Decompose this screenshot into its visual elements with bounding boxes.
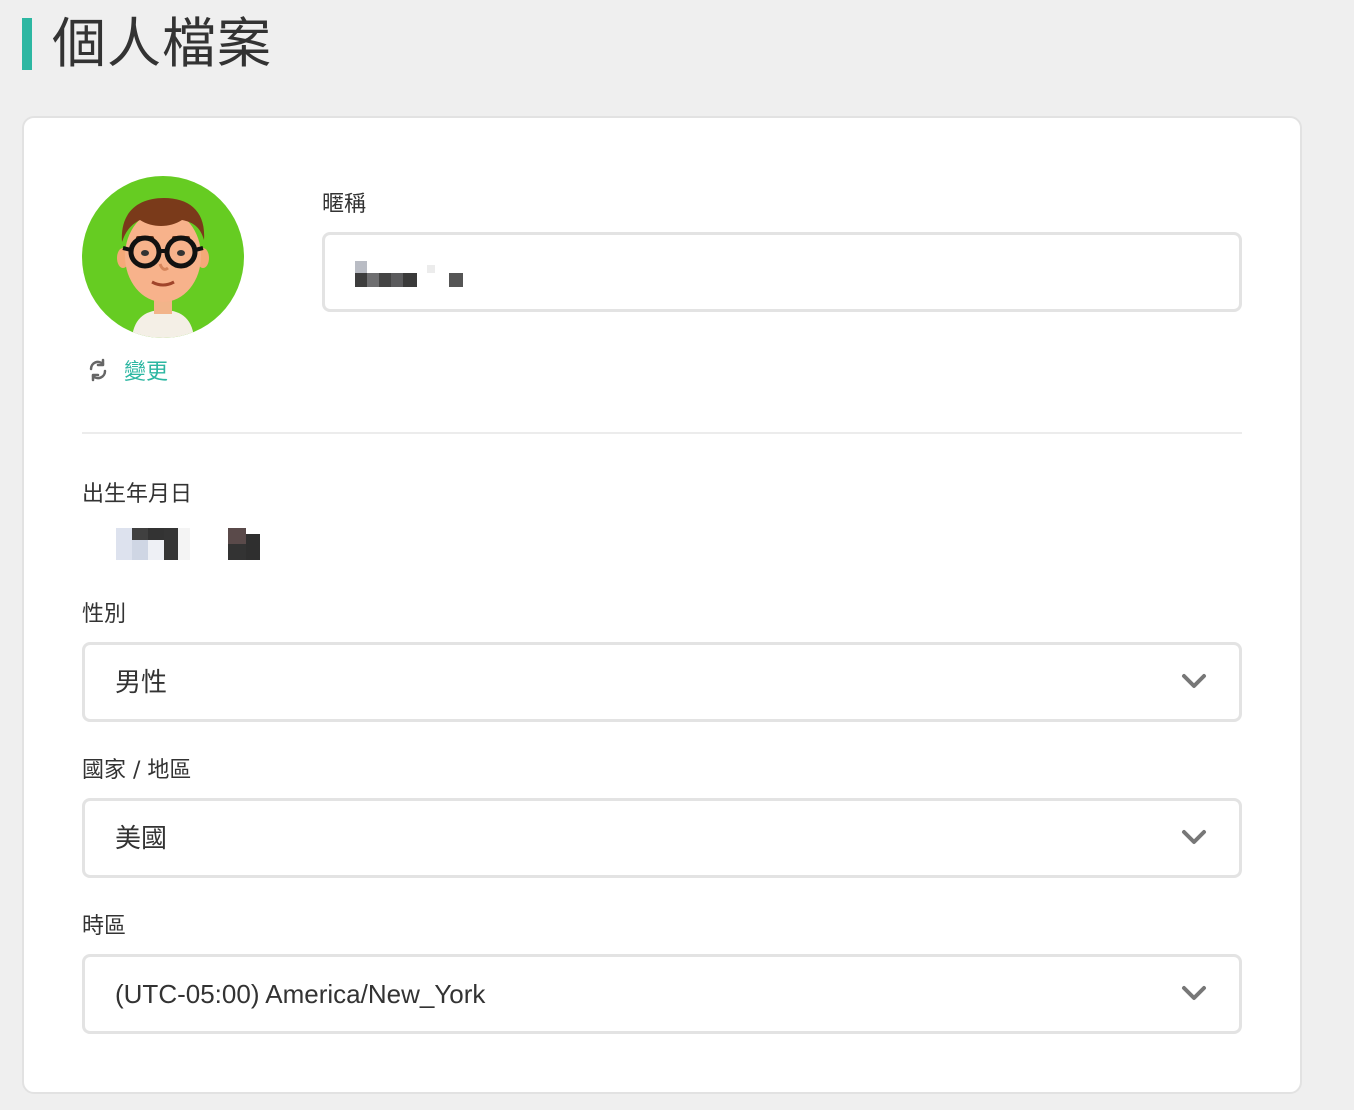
country-select[interactable]: 美國 (82, 798, 1242, 878)
timezone-select[interactable]: (UTC-05:00) America/New_York (82, 954, 1242, 1034)
change-avatar-button[interactable]: 變更 (86, 354, 168, 386)
country-selected-value: 美國 (115, 823, 168, 853)
redacted-birthday-image (116, 528, 260, 560)
redacted-nickname-image (355, 261, 463, 287)
timezone-label: 時區 (82, 914, 127, 939)
title-accent-bar (22, 18, 32, 70)
chevron-down-icon (1182, 986, 1206, 1000)
avatar[interactable] (82, 176, 244, 338)
page-header: 個人檔案 (22, 14, 272, 74)
chevron-down-icon (1182, 674, 1206, 688)
nickname-input[interactable] (322, 232, 1242, 312)
timezone-selected-value: (UTC-05:00) America/New_York (115, 979, 486, 1009)
chevron-down-icon (1182, 830, 1206, 844)
gender-select[interactable]: 男性 (82, 642, 1242, 722)
page-title: 個人檔案 (52, 12, 272, 75)
birthday-label: 出生年月日 (82, 482, 193, 507)
gender-label: 性別 (82, 602, 127, 627)
change-avatar-label: 變更 (124, 360, 169, 385)
gender-selected-value: 男性 (115, 667, 168, 697)
profile-card: 變更 暱稱 出生年月日 性別 男性 國家 / 地區 美國 時區 (UTC-05:… (22, 116, 1302, 1094)
country-label: 國家 / 地區 (82, 758, 192, 783)
avatar-icon (117, 198, 209, 338)
refresh-icon (89, 358, 107, 382)
section-divider (82, 432, 1242, 434)
nickname-label: 暱稱 (322, 192, 367, 217)
